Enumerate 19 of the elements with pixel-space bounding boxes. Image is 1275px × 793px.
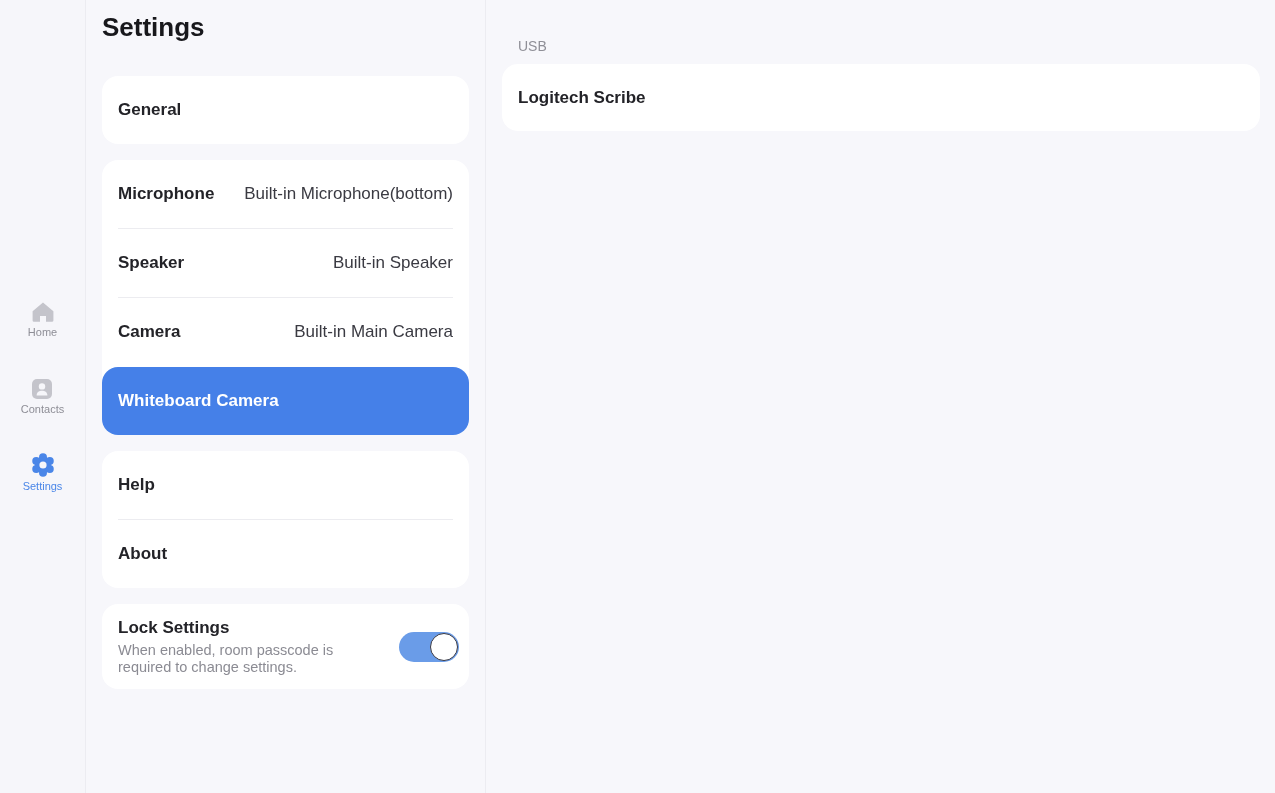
page-title: Settings — [102, 11, 205, 43]
current-device-text: Built-in Microphone(bottom) — [244, 184, 453, 204]
settings-menu-item[interactable]: Microphone Built-in Microphone(bottom) — [102, 160, 469, 228]
setting-description: When enabled, room passcode is required to change settings. — [118, 642, 335, 676]
settings-menu-item[interactable]: About — [102, 520, 469, 588]
section-label: USB — [517, 37, 547, 55]
current-device-text: Built-in Speaker — [333, 253, 453, 273]
device-item[interactable]: Logitech Scribe — [502, 64, 1260, 131]
toggle-switch[interactable] — [399, 632, 459, 662]
setting-title: Lock Settings — [118, 618, 230, 638]
house-icon — [31, 302, 54, 322]
settings-menu-item[interactable]: Help — [102, 451, 469, 519]
current-device-text: Built-in Main Camera — [294, 322, 453, 342]
settings-menu-item[interactable]: Camera Built-in Main Camera — [102, 298, 469, 366]
contact-card-icon — [32, 379, 53, 399]
settings-icon — [30, 453, 55, 477]
settings-menu-item[interactable]: Speaker Built-in Speaker — [102, 229, 469, 297]
settings-menu-item[interactable]: Whiteboard Camera — [102, 367, 469, 435]
settings-menu-item[interactable]: General — [102, 76, 469, 144]
